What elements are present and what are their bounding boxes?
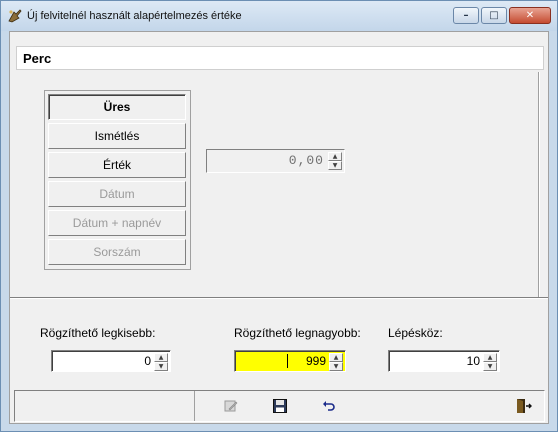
undo-button[interactable] <box>318 395 340 417</box>
close-icon: ✕ <box>525 10 535 21</box>
text-caret <box>287 354 288 368</box>
option-button-group: Üres Ismétlés Érték Dátum Dátum + napnév… <box>44 90 191 270</box>
maximize-button[interactable]: □ <box>481 7 507 24</box>
status-panel <box>15 391 195 421</box>
spin-down-icon[interactable]: ▼ <box>329 362 343 371</box>
save-icon <box>273 399 287 413</box>
window-controls: – □ ✕ <box>453 7 551 24</box>
min-value-field[interactable]: 0 ▲ ▼ <box>51 350 171 372</box>
spin-up-icon: ▲ <box>328 152 342 161</box>
client-area: Perc Üres Ismétlés Érték Dátum Dátum + n… <box>9 31 549 424</box>
minimize-button[interactable]: – <box>453 7 479 24</box>
divider <box>538 72 540 298</box>
step-value: 10 <box>466 354 480 368</box>
max-spinner[interactable]: ▲ ▼ <box>329 353 343 371</box>
section-divider <box>10 297 548 299</box>
option-sorszam-button: Sorszám <box>48 239 186 265</box>
save-button[interactable] <box>269 395 291 417</box>
edit-icon <box>224 400 238 412</box>
min-value: 0 <box>144 354 151 368</box>
min-label: Rögzíthető legkisebb: <box>40 326 156 340</box>
spin-down-icon[interactable]: ▼ <box>154 362 168 371</box>
step-spinner[interactable]: ▲ ▼ <box>483 353 497 371</box>
exit-icon <box>517 399 532 413</box>
option-ertek-button[interactable]: Érték <box>48 152 186 178</box>
value-spinner: 0,00 ▲ ▼ <box>206 149 345 173</box>
app-icon <box>8 9 22 23</box>
minimize-icon: – <box>463 10 469 21</box>
option-ismetles-button[interactable]: Ismétlés <box>48 123 186 149</box>
step-label: Lépésköz: <box>388 326 443 340</box>
bottom-toolbar <box>14 390 545 422</box>
max-value: 999 <box>305 354 326 368</box>
spin-down-icon[interactable]: ▼ <box>483 362 497 371</box>
spin-up-icon[interactable]: ▲ <box>154 353 168 362</box>
close-button[interactable]: ✕ <box>509 7 551 24</box>
dialog-window: Új felvitelnél használt alapértelmezés é… <box>0 0 558 432</box>
option-datum-button: Dátum <box>48 181 186 207</box>
page-title: Perc <box>23 51 52 66</box>
option-datum-napnev-button: Dátum + napnév <box>48 210 186 236</box>
header-bar: Perc <box>16 46 544 70</box>
max-value-field[interactable]: 999 ▲ ▼ <box>234 350 346 372</box>
spin-up-icon[interactable]: ▲ <box>483 353 497 362</box>
spin-down-icon: ▼ <box>328 161 342 170</box>
exit-button[interactable] <box>513 395 535 417</box>
step-value-field[interactable]: 10 ▲ ▼ <box>388 350 500 372</box>
spin-up-icon[interactable]: ▲ <box>329 353 343 362</box>
min-spinner[interactable]: ▲ ▼ <box>154 353 168 371</box>
max-label: Rögzíthető legnagyobb: <box>234 326 361 340</box>
value-spinner-text: 0,00 <box>288 153 324 168</box>
maximize-icon: □ <box>489 10 499 21</box>
undo-icon <box>323 401 335 411</box>
window-title: Új felvitelnél használt alapértelmezés é… <box>27 10 242 22</box>
edit-button[interactable] <box>220 395 242 417</box>
option-ures-button[interactable]: Üres <box>48 94 186 120</box>
title-bar[interactable]: Új felvitelnél használt alapértelmezés é… <box>1 1 557 31</box>
value-spinner-buttons: ▲ ▼ <box>328 152 342 170</box>
